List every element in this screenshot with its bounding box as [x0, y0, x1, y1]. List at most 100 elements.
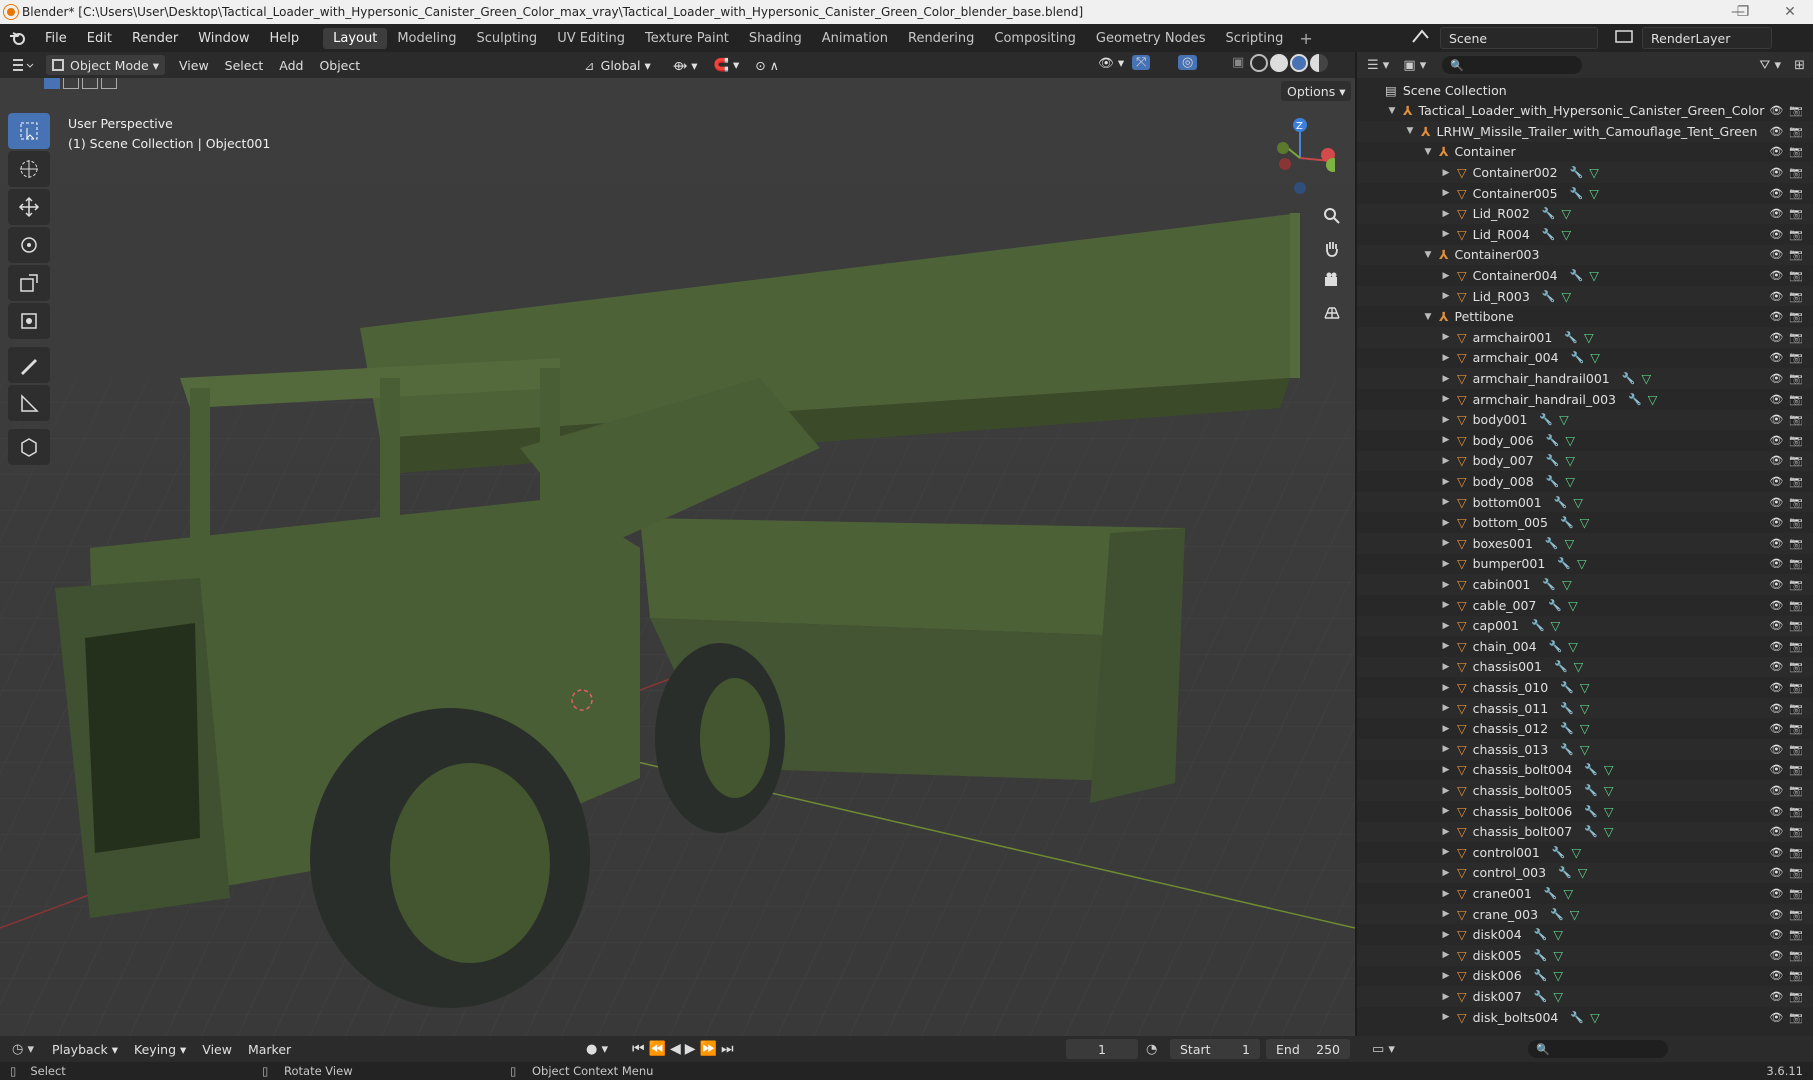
- snap-icon[interactable]: 🧲 ▾: [705, 57, 747, 73]
- visibility-eye-icon[interactable]: 👁: [1769, 475, 1783, 488]
- modifier-wrench-icon[interactable]: 🔧: [1558, 866, 1572, 879]
- visibility-eye-icon[interactable]: 👁: [1769, 187, 1783, 200]
- visibility-eye-icon[interactable]: 👁: [1769, 145, 1783, 158]
- outliner-row[interactable]: ▶ ▽ body_008 🔧 ▽ 👁 📷: [1357, 471, 1813, 492]
- expand-arrow-icon[interactable]: ▶: [1441, 353, 1451, 363]
- mesh-data-icon[interactable]: ▽: [1559, 412, 1569, 427]
- modifier-wrench-icon[interactable]: 🔧: [1628, 393, 1642, 406]
- tab-modeling[interactable]: Modeling: [387, 28, 466, 49]
- ortho-grid-icon[interactable]: [1318, 298, 1346, 326]
- render-camera-icon[interactable]: 📷: [1789, 887, 1803, 900]
- collapse-arrow-icon[interactable]: ▼: [1423, 147, 1433, 157]
- outliner-row[interactable]: ▶ ▽ chassis_bolt005 🔧 ▽ 👁 📷: [1357, 780, 1813, 801]
- visibility-eye-icon[interactable]: 👁: [1769, 228, 1783, 241]
- modifier-wrench-icon[interactable]: 🔧: [1570, 1011, 1584, 1024]
- camera-view-icon[interactable]: [1318, 266, 1346, 294]
- outliner-row[interactable]: ▶ ▽ armchair_handrail_003 🔧 ▽ 👁 📷: [1357, 389, 1813, 410]
- modifier-wrench-icon[interactable]: 🔧: [1552, 846, 1566, 859]
- end-frame-field[interactable]: End 250: [1266, 1039, 1350, 1059]
- visibility-eye-icon[interactable]: 👁: [1769, 763, 1783, 776]
- marker-menu[interactable]: Marker: [240, 1042, 299, 1057]
- render-camera-icon[interactable]: 📷: [1789, 207, 1803, 220]
- modifier-wrench-icon[interactable]: 🔧: [1534, 990, 1548, 1003]
- visibility-eye-icon[interactable]: 👁: [1769, 207, 1783, 220]
- render-camera-icon[interactable]: 📷: [1789, 681, 1803, 694]
- outliner-row[interactable]: ▶ ▽ chassis_013 🔧 ▽ 👁 📷: [1357, 739, 1813, 760]
- menu-render[interactable]: Render: [122, 31, 188, 46]
- modifier-wrench-icon[interactable]: 🔧: [1539, 413, 1553, 426]
- mesh-data-icon[interactable]: ▽: [1648, 392, 1658, 407]
- add-workspace-icon[interactable]: +: [1299, 29, 1312, 48]
- menu-file[interactable]: File: [35, 31, 77, 46]
- collapse-arrow-icon[interactable]: ▼: [1387, 106, 1397, 116]
- expand-arrow-icon[interactable]: ▶: [1441, 909, 1451, 919]
- modifier-wrench-icon[interactable]: 🔧: [1550, 908, 1564, 921]
- mesh-data-icon[interactable]: ▽: [1573, 495, 1583, 510]
- outliner-row[interactable]: ▶ ▽ cabin001 🔧 ▽ 👁 📷: [1357, 574, 1813, 595]
- render-camera-icon[interactable]: 📷: [1789, 393, 1803, 406]
- mesh-data-icon[interactable]: ▽: [1562, 206, 1572, 221]
- modifier-wrench-icon[interactable]: 🔧: [1542, 578, 1556, 591]
- mesh-data-icon[interactable]: ▽: [1565, 453, 1575, 468]
- outliner-row[interactable]: ▶ ▽ chassis_bolt007 🔧 ▽ 👁 📷: [1357, 821, 1813, 842]
- outliner-row[interactable]: ▶ ▽ control001 🔧 ▽ 👁 📷: [1357, 842, 1813, 863]
- expand-arrow-icon[interactable]: ▶: [1441, 477, 1451, 487]
- expand-arrow-icon[interactable]: ▶: [1441, 992, 1451, 1002]
- record-icon[interactable]: ● ▾: [586, 1042, 608, 1057]
- editor-type-icon[interactable]: [10, 56, 36, 74]
- mesh-data-icon[interactable]: ▽: [1553, 927, 1563, 942]
- scale-tool-icon[interactable]: [8, 265, 50, 301]
- render-layer-field[interactable]: RenderLayer: [1642, 27, 1772, 49]
- overlay-toggle-icon[interactable]: ◎: [1178, 55, 1198, 70]
- outliner-row[interactable]: ▶ ▽ body_007 🔧 ▽ 👁 📷: [1357, 450, 1813, 472]
- transform-tool-icon[interactable]: [8, 303, 50, 339]
- outliner-row[interactable]: ▶ ▽ Container002 🔧 ▽ 👁 📷: [1357, 162, 1813, 183]
- expand-arrow-icon[interactable]: ▶: [1441, 971, 1451, 981]
- modifier-wrench-icon[interactable]: 🔧: [1564, 331, 1578, 344]
- scene-field[interactable]: Scene: [1440, 27, 1598, 49]
- mode-dropdown[interactable]: Object Mode ▾: [46, 55, 165, 75]
- outliner-row[interactable]: ▶ ▽ disk004 🔧 ▽ 👁 📷: [1357, 925, 1813, 946]
- gizmo-toggle-icon[interactable]: ⤧: [1132, 55, 1151, 70]
- tab-compositing[interactable]: Compositing: [984, 28, 1086, 49]
- expand-arrow-icon[interactable]: ▶: [1441, 229, 1451, 239]
- visibility-eye-icon[interactable]: 👁: [1769, 722, 1783, 735]
- render-camera-icon[interactable]: 📷: [1789, 104, 1803, 117]
- mesh-data-icon[interactable]: ▽: [1577, 556, 1587, 571]
- outliner-row[interactable]: ▼ ⅄ Container 👁 📷: [1357, 142, 1813, 163]
- expand-arrow-icon[interactable]: ▶: [1441, 806, 1451, 816]
- outliner-row[interactable]: ▶ ▽ chain_004 🔧 ▽ 👁 📷: [1357, 636, 1813, 657]
- outliner-row[interactable]: ▶ ▽ cap001 🔧 ▽ 👁 📷: [1357, 615, 1813, 636]
- mesh-data-icon[interactable]: ▽: [1565, 433, 1575, 448]
- cursor-tool-icon[interactable]: [8, 151, 50, 187]
- outliner-row[interactable]: ▶ ▽ disk_bolts004 🔧 ▽ 👁 📷: [1357, 1007, 1813, 1028]
- render-camera-icon[interactable]: 📷: [1789, 187, 1803, 200]
- render-camera-icon[interactable]: 📷: [1789, 290, 1803, 303]
- outliner-row[interactable]: ▶ ▽ body001 🔧 ▽ 👁 📷: [1357, 409, 1813, 430]
- render-camera-icon[interactable]: 📷: [1789, 866, 1803, 879]
- expand-arrow-icon[interactable]: ▶: [1441, 559, 1451, 569]
- modifier-wrench-icon[interactable]: 🔧: [1560, 743, 1574, 756]
- select-extend-icon[interactable]: [63, 78, 79, 89]
- outliner-search-input[interactable]: 🔍: [1442, 56, 1583, 74]
- expand-arrow-icon[interactable]: ▶: [1441, 518, 1451, 528]
- collapse-arrow-icon[interactable]: ▼: [1423, 312, 1433, 322]
- outliner-row[interactable]: ▶ ▽ armchair_handrail001 🔧 ▽ 👁 📷: [1357, 368, 1813, 389]
- mesh-data-icon[interactable]: ▽: [1580, 721, 1590, 736]
- mesh-data-icon[interactable]: ▽: [1578, 865, 1588, 880]
- expand-arrow-icon[interactable]: ▶: [1441, 168, 1451, 178]
- object-menu[interactable]: Object: [311, 58, 368, 73]
- outliner-row[interactable]: ▶ ▽ crane_003 🔧 ▽ 👁 📷: [1357, 903, 1813, 925]
- mesh-data-icon[interactable]: ▽: [1574, 659, 1584, 674]
- outliner-row[interactable]: ▶ ▽ armchair_004 🔧 ▽ 👁 📷: [1357, 348, 1813, 369]
- outliner-row[interactable]: ▶ ▽ disk005 🔧 ▽ 👁 📷: [1357, 945, 1813, 966]
- expand-arrow-icon[interactable]: ▶: [1441, 415, 1451, 425]
- render-camera-icon[interactable]: 📷: [1789, 908, 1803, 921]
- orientation-dropdown[interactable]: ⊿ Global ▾: [578, 55, 657, 75]
- mesh-data-icon[interactable]: ▽: [1553, 989, 1563, 1004]
- clock-icon[interactable]: ◔: [1146, 1042, 1157, 1057]
- playback-controls[interactable]: ⏮⏪◀▶⏩⏭: [632, 1041, 738, 1057]
- render-camera-icon[interactable]: 📷: [1789, 805, 1803, 818]
- render-camera-icon[interactable]: 📷: [1789, 496, 1803, 509]
- render-camera-icon[interactable]: 📷: [1789, 331, 1803, 344]
